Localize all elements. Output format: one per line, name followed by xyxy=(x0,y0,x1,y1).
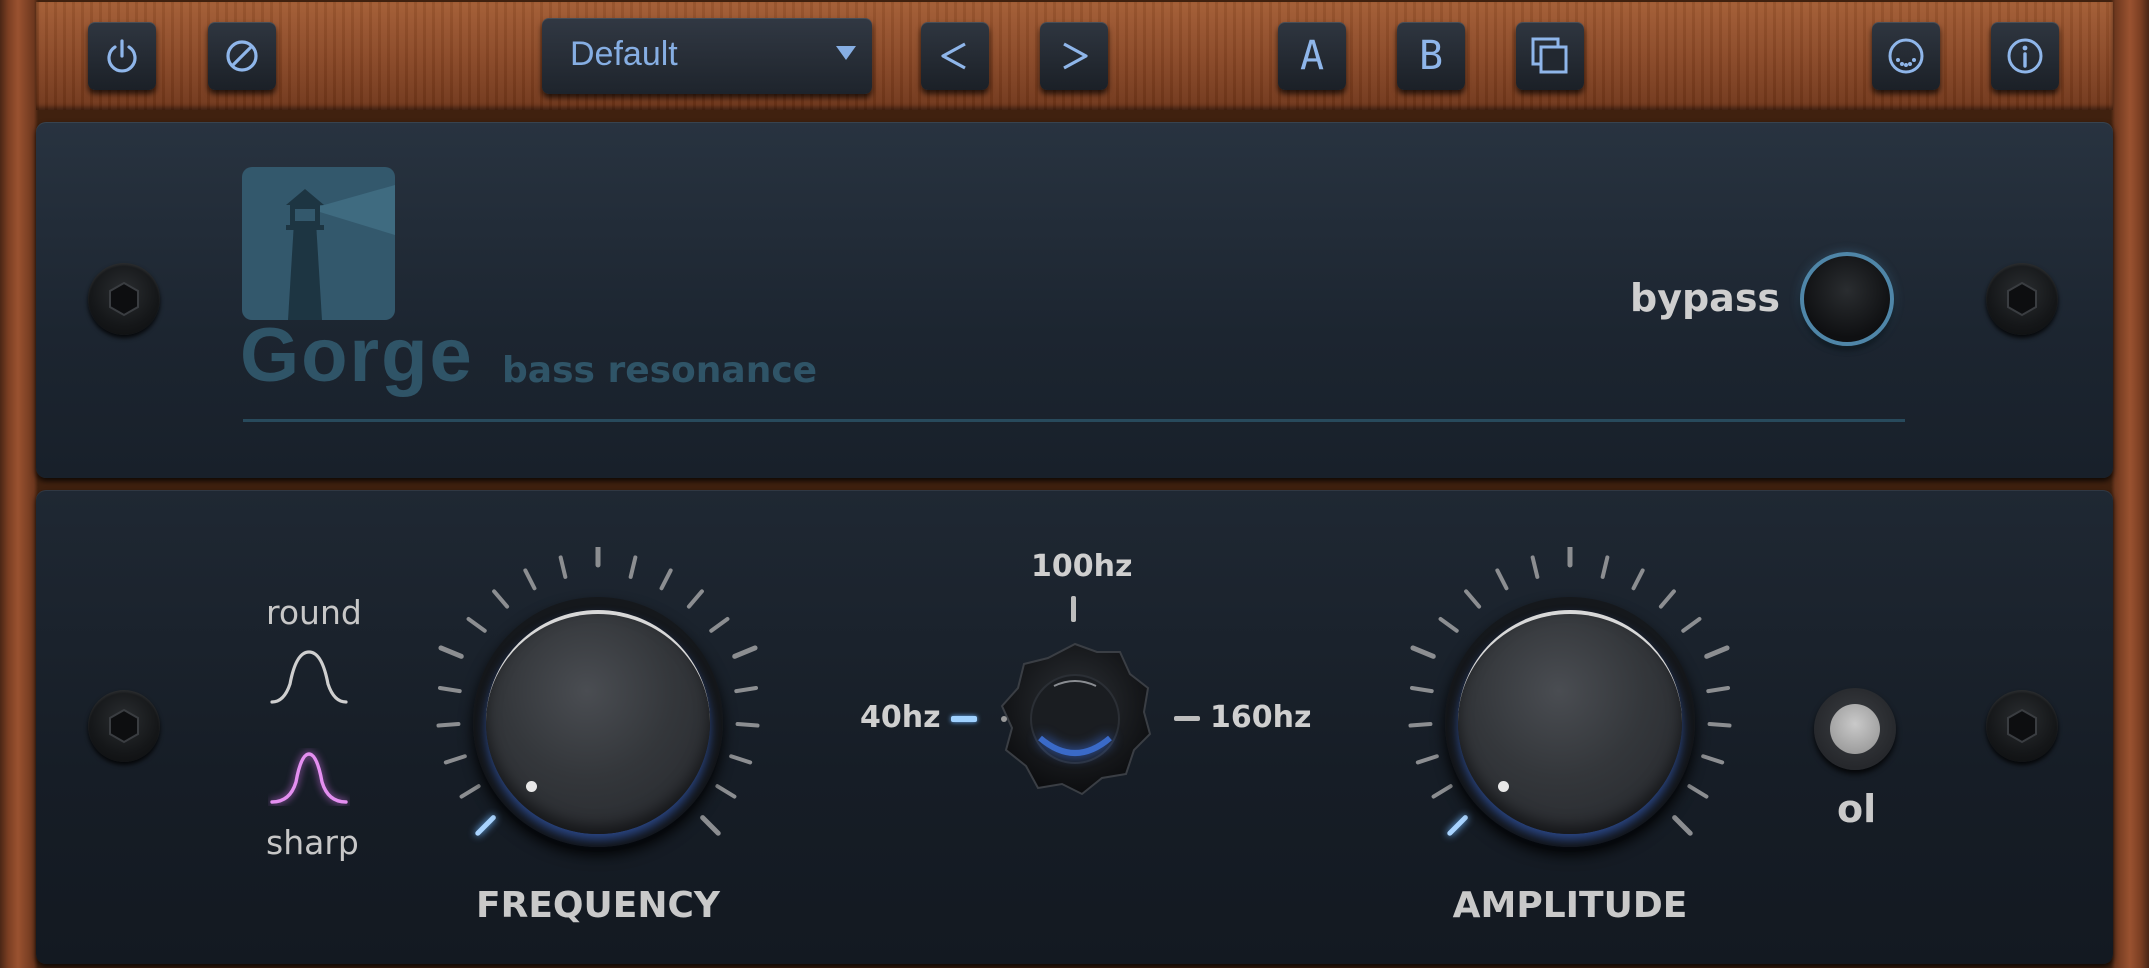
scale-tick xyxy=(1658,589,1676,609)
amplitude-knob-indicator xyxy=(1498,781,1509,792)
scale-tick xyxy=(436,721,461,728)
scale-tick xyxy=(1464,589,1482,609)
prev-preset-button[interactable] xyxy=(921,22,989,90)
bypass-slash-icon xyxy=(226,40,258,72)
shape-round-option[interactable] xyxy=(268,646,350,710)
screw-icon xyxy=(88,690,160,762)
scale-tick xyxy=(1707,721,1732,728)
community-icon xyxy=(1888,38,1924,74)
scale-tick xyxy=(475,815,496,836)
scale-tick xyxy=(1672,815,1693,836)
scale-tick xyxy=(1431,784,1453,799)
range-160hz-label: 160hz xyxy=(1210,700,1312,735)
scale-tick xyxy=(466,616,487,633)
frequency-knob[interactable] xyxy=(473,597,723,847)
range-40hz-tick xyxy=(951,716,977,722)
state-a-button[interactable]: A xyxy=(1278,22,1346,90)
preset-dropdown[interactable]: Default xyxy=(542,18,872,94)
brand-subtitle: bass resonance xyxy=(502,350,818,391)
info-icon xyxy=(2007,38,2043,74)
bypass-all-button[interactable] xyxy=(208,22,276,90)
scale-tick xyxy=(1408,721,1433,728)
scale-tick xyxy=(1438,616,1459,633)
frequency-label: FREQUENCY xyxy=(476,885,720,926)
scale-tick xyxy=(492,589,510,609)
scale-tick xyxy=(1631,568,1645,591)
scale-tick xyxy=(1447,815,1468,836)
range-100hz-label: 100hz xyxy=(1031,549,1133,584)
frequency-knob-cap xyxy=(486,610,710,834)
range-selector-knob[interactable] xyxy=(996,640,1154,802)
scale-tick xyxy=(1706,685,1731,694)
range-100hz-tick xyxy=(1071,596,1076,622)
scale-tick xyxy=(443,754,467,765)
shape-sharp-label: sharp xyxy=(266,823,359,862)
range-160hz-tick xyxy=(1174,716,1200,721)
next-preset-button[interactable] xyxy=(1040,22,1108,90)
scale-tick xyxy=(1495,568,1509,591)
scale-tick xyxy=(1687,784,1709,799)
scale-tick xyxy=(1409,685,1434,694)
scale-tick xyxy=(709,616,730,633)
scale-tick xyxy=(715,784,737,799)
range-40hz-label: 40hz xyxy=(860,700,941,735)
brand-name: Gorge xyxy=(240,313,474,398)
info-button[interactable] xyxy=(1991,22,2059,90)
scale-tick xyxy=(735,721,760,728)
scale-tick xyxy=(729,754,753,765)
scale-tick xyxy=(438,645,464,659)
header-divider xyxy=(243,419,1905,422)
shape-round-label: round xyxy=(266,593,362,632)
scale-tick xyxy=(1600,555,1610,579)
chevron-down-icon xyxy=(836,46,856,60)
community-button[interactable] xyxy=(1872,22,1940,90)
ol-button[interactable] xyxy=(1814,688,1896,770)
scale-tick xyxy=(523,568,537,591)
scale-tick xyxy=(1415,754,1439,765)
power-icon xyxy=(107,39,137,73)
ol-label: ol xyxy=(1837,787,1877,831)
shape-sharp-option[interactable] xyxy=(268,748,350,810)
scale-tick xyxy=(1701,754,1725,765)
amplitude-knob[interactable] xyxy=(1445,597,1695,847)
amplitude-label: AMPLITUDE xyxy=(1452,885,1688,926)
scale-tick xyxy=(558,555,568,579)
amplitude-knob-cap xyxy=(1458,610,1682,834)
bypass-button[interactable] xyxy=(1800,252,1894,346)
scale-tick xyxy=(1530,555,1540,579)
ol-button-cap xyxy=(1830,704,1880,754)
next-icon xyxy=(1063,42,1088,70)
copy-state-button[interactable] xyxy=(1516,22,1584,90)
state-b-button[interactable]: B xyxy=(1397,22,1465,90)
screw-icon xyxy=(1986,690,2058,762)
scale-tick xyxy=(686,589,704,609)
copy-icon xyxy=(1531,37,1568,74)
bypass-label: bypass xyxy=(1630,276,1781,320)
scale-tick xyxy=(659,568,673,591)
scale-tick xyxy=(1410,645,1436,659)
screw-icon xyxy=(88,263,160,335)
state-a-label: A xyxy=(1299,33,1325,79)
state-b-label: B xyxy=(1418,33,1444,79)
scale-tick xyxy=(1704,645,1730,659)
prev-icon xyxy=(941,42,966,70)
preset-value: Default xyxy=(570,35,678,73)
screw-icon xyxy=(1986,263,2058,335)
scale-tick xyxy=(628,555,638,579)
sharp-curve-icon xyxy=(270,752,348,804)
round-curve-icon xyxy=(270,650,348,704)
scale-tick xyxy=(700,815,721,836)
lighthouse-logo-icon xyxy=(242,167,395,320)
power-button[interactable] xyxy=(88,22,156,90)
scale-tick xyxy=(734,685,759,694)
range-knob-icon xyxy=(1000,642,1152,796)
frequency-knob-indicator xyxy=(526,781,537,792)
scale-tick xyxy=(459,784,481,799)
scale-tick xyxy=(1681,616,1702,633)
scale-tick xyxy=(437,685,462,694)
scale-tick xyxy=(732,645,758,659)
